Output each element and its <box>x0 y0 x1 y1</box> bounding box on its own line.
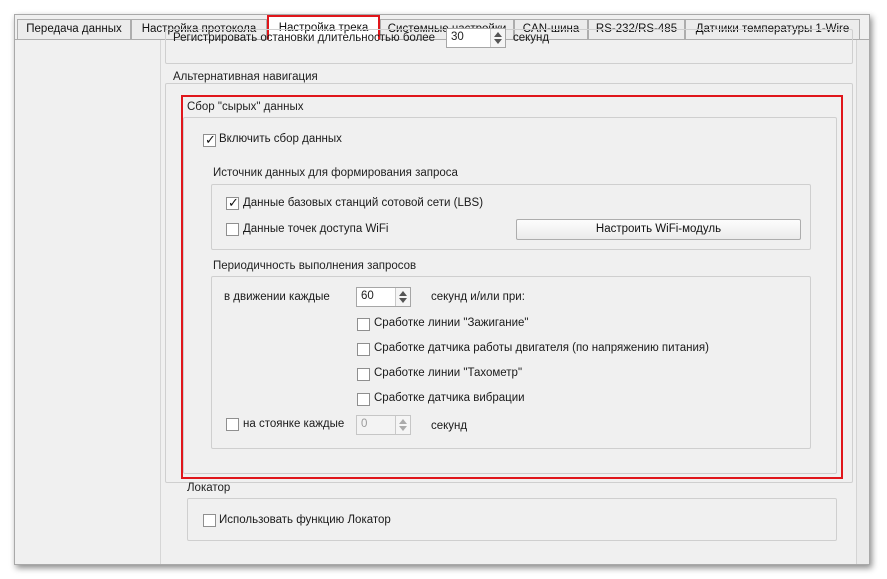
stop-duration-value: 30 <box>451 31 464 43</box>
tab-data-transfer[interactable]: Передача данных <box>17 19 131 39</box>
spin-up-icon <box>494 32 502 37</box>
use-locator-checkbox[interactable] <box>203 514 216 527</box>
settings-window: Передача данных Настройка протокола Наст… <box>14 14 870 565</box>
use-locator-label: Использовать функцию Локатор <box>219 514 391 526</box>
spin-down-icon <box>494 39 502 44</box>
alt-nav-title: Альтернативная навигация <box>173 71 318 83</box>
vertical-scrollbar[interactable] <box>856 40 869 564</box>
locator-title: Локатор <box>187 482 231 494</box>
stop-duration-spinbox[interactable]: 30 <box>446 28 506 48</box>
left-pane <box>15 40 161 564</box>
highlight-annotation <box>181 95 843 479</box>
stop-duration-unit: секунд <box>513 32 550 44</box>
stop-duration-arrows[interactable] <box>490 29 505 47</box>
stop-duration-label: Регистрировать остановки длительностью б… <box>173 32 436 44</box>
